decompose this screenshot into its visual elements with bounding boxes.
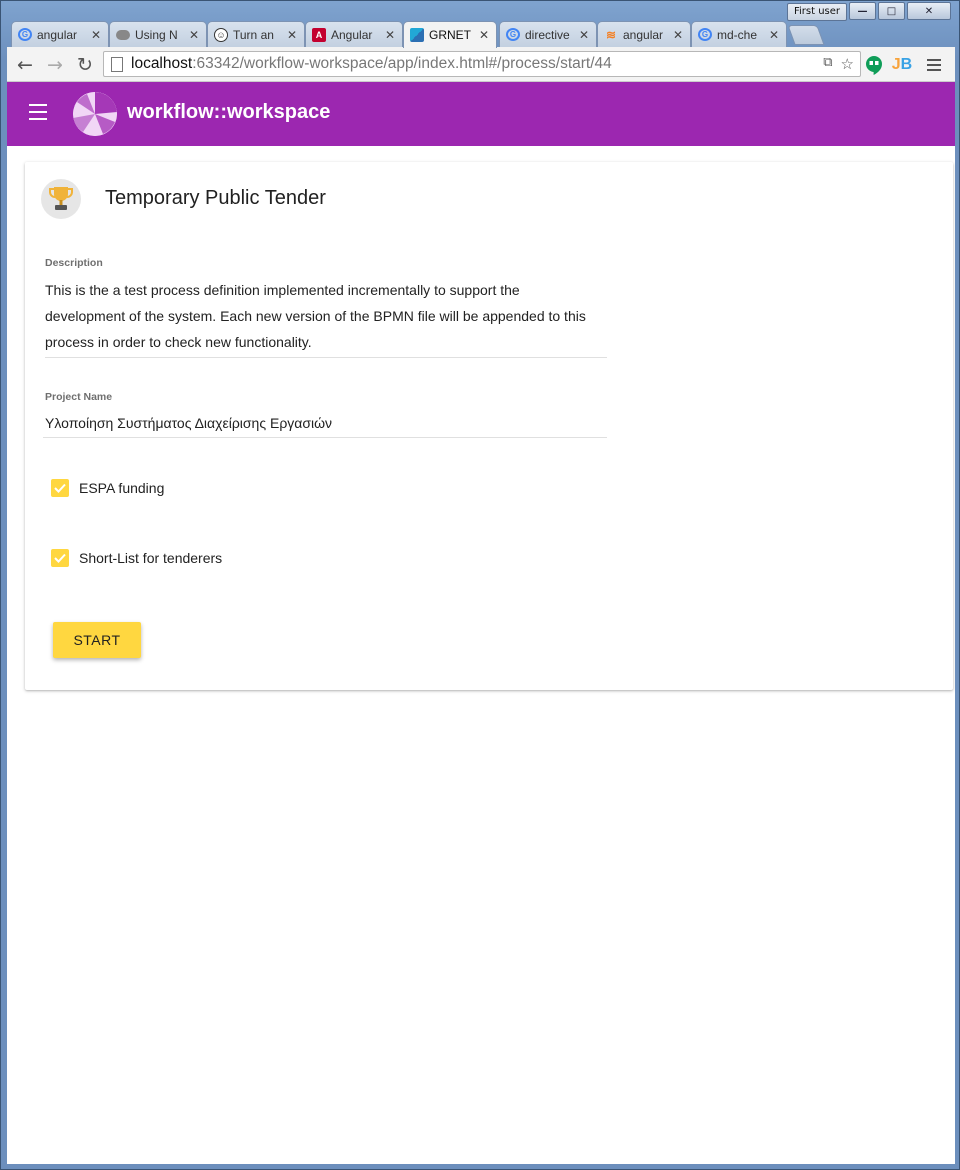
tab-strip: G angular ✕ Using N ✕ ☺ Turn an ✕ A Angu… (11, 21, 951, 48)
forward-arrow-icon[interactable]: → (43, 53, 67, 77)
app-logo-icon (73, 92, 117, 136)
description-label: Description (45, 257, 103, 269)
project-name-input[interactable] (43, 408, 607, 438)
jetbrains-icon[interactable]: JB (891, 54, 913, 76)
tab-label: Turn an (233, 27, 274, 42)
angular-icon: A (312, 27, 326, 42)
stackoverflow-icon: ≋ (605, 27, 617, 42)
reload-icon[interactable]: ↻ (73, 53, 97, 77)
close-window-button[interactable]: ✕ (907, 2, 951, 20)
description-line: This is the a test process definition im… (45, 282, 520, 298)
tab-1[interactable]: G angular ✕ (11, 21, 109, 47)
google-icon: G (18, 28, 32, 41)
chrome-menu-icon[interactable] (923, 54, 945, 76)
tab-6[interactable]: G directive ✕ (499, 21, 597, 47)
tab-label: Using N (135, 27, 178, 42)
tab-close-icon[interactable]: ✕ (578, 28, 590, 42)
tab-close-icon[interactable]: ✕ (768, 28, 780, 42)
google-icon: G (506, 28, 520, 41)
tab-close-icon[interactable]: ✕ (188, 28, 200, 42)
hamburger-menu-icon[interactable] (29, 104, 51, 122)
meme-face-icon: ☺ (214, 27, 228, 42)
tab-4[interactable]: A Angular ✕ (305, 21, 403, 47)
tab-close-icon[interactable]: ✕ (672, 28, 684, 42)
tab-label: angular (623, 27, 664, 42)
new-tab-button[interactable] (787, 25, 825, 45)
app-toolbar: workflow::workspace (7, 82, 955, 146)
bookmark-star-icon[interactable]: ☆ (841, 55, 854, 73)
tab-close-icon[interactable]: ✕ (90, 28, 102, 42)
espa-funding-label: ESPA funding (79, 480, 165, 496)
espa-funding-checkbox-row[interactable]: ESPA funding (51, 479, 164, 497)
tab-label: directive (525, 27, 570, 42)
start-button[interactable]: START (53, 622, 141, 658)
short-list-checkbox-row[interactable]: Short-List for tenderers (51, 549, 222, 567)
address-bar[interactable]: localhost:63342/workflow-workspace/app/i… (103, 51, 861, 77)
tab-8[interactable]: G md-che ✕ (691, 21, 787, 47)
user-badge[interactable]: First user (787, 3, 847, 21)
trophy-icon (41, 179, 81, 219)
tab-label: md-che (717, 27, 758, 42)
tab-label: GRNET (429, 28, 471, 42)
cloud-icon (116, 29, 130, 40)
tab-close-icon[interactable]: ✕ (286, 28, 298, 42)
short-list-checkbox[interactable] (51, 549, 69, 567)
description-field: This is the a test process definition im… (45, 277, 607, 358)
description-line: development of the system. Each new vers… (45, 308, 586, 324)
short-list-label: Short-List for tenderers (79, 550, 223, 566)
description-line: process in order to check new functional… (45, 334, 312, 350)
url-path: :63342/workflow-workspace/app/index.html… (192, 55, 612, 72)
page-viewport: workflow::workspace Temporary Public Ten… (7, 82, 955, 1164)
url-host: localhost (131, 55, 193, 72)
page-icon (111, 56, 123, 72)
url-text[interactable]: localhost:63342/workflow-workspace/app/i… (131, 55, 612, 73)
hangouts-icon[interactable] (863, 54, 885, 76)
espa-funding-checkbox[interactable] (51, 479, 69, 497)
grnet-icon (410, 28, 424, 42)
tab-close-icon[interactable]: ✕ (384, 28, 396, 42)
tab-7[interactable]: ≋ angular ✕ (597, 21, 691, 47)
app-title: workflow::workspace (127, 101, 331, 123)
tab-close-icon[interactable]: ✕ (478, 28, 490, 42)
process-title: Temporary Public Tender (105, 187, 326, 209)
back-arrow-icon[interactable]: ← (13, 53, 37, 77)
maximize-button[interactable]: □ (878, 2, 905, 20)
window-controls: — □ ✕ (847, 2, 951, 20)
translate-icon[interactable]: ⧉ (823, 55, 832, 73)
google-icon: G (698, 28, 712, 41)
tab-label: Angular (331, 27, 373, 42)
tab-2[interactable]: Using N ✕ (109, 21, 207, 47)
minimize-button[interactable]: — (849, 2, 876, 20)
process-start-card: Temporary Public Tender Description This… (25, 162, 953, 690)
tab-5-active[interactable]: GRNET ✕ (403, 21, 497, 48)
tab-3[interactable]: ☺ Turn an ✕ (207, 21, 305, 47)
browser-toolbar: ← → ↻ localhost:63342/workflow-workspace… (7, 47, 955, 82)
tab-label: angular (37, 27, 78, 42)
browser-window: First user — □ ✕ G angular ✕ Using N ✕ ☺… (0, 0, 960, 1170)
project-name-label: Project Name (45, 391, 113, 403)
